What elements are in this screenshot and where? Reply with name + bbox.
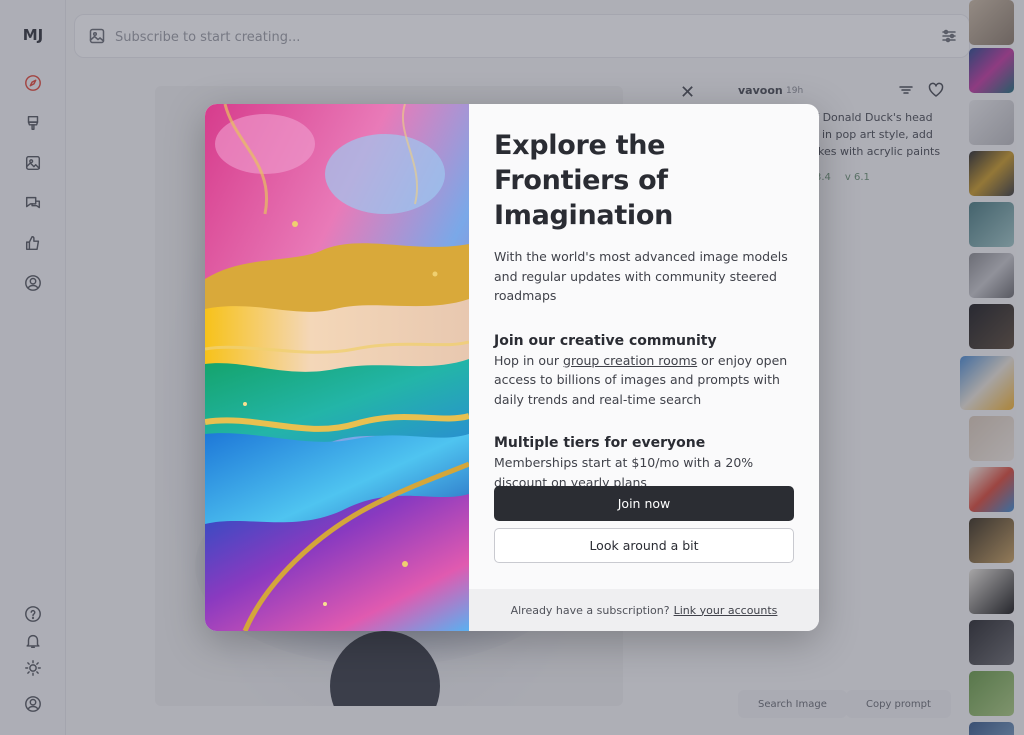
link-accounts-link[interactable]: Link your accounts xyxy=(674,604,778,617)
modal-title: Explore the Frontiers of Imagination xyxy=(494,130,674,231)
feature-text-before: Hop in our xyxy=(494,352,564,368)
look-around-button[interactable]: Look around a bit xyxy=(494,528,794,563)
footer-text: Already have a subscription? xyxy=(510,603,670,617)
subscribe-modal: Explore the Frontiers of Imagination Wit… xyxy=(205,104,819,631)
feature-tiers: Multiple tiers for everyone Memberships … xyxy=(494,434,794,492)
modal-footer: Already have a subscription? Link your a… xyxy=(469,589,819,631)
feature-community: Join our creative community Hop in our g… xyxy=(494,332,794,410)
modal-intro: With the world's most advanced image mod… xyxy=(494,249,788,303)
group-creation-rooms-link[interactable]: group creation rooms xyxy=(563,353,697,368)
modal-content: Explore the Frontiers of Imagination Wit… xyxy=(494,128,794,492)
modal-artwork xyxy=(205,104,469,631)
feature-title: Join our creative community xyxy=(494,332,717,349)
feature-title: Multiple tiers for everyone xyxy=(494,435,706,451)
feature-text: Hop in our group creation rooms or enjoy… xyxy=(494,351,794,410)
join-now-button[interactable]: Join now xyxy=(494,486,794,521)
